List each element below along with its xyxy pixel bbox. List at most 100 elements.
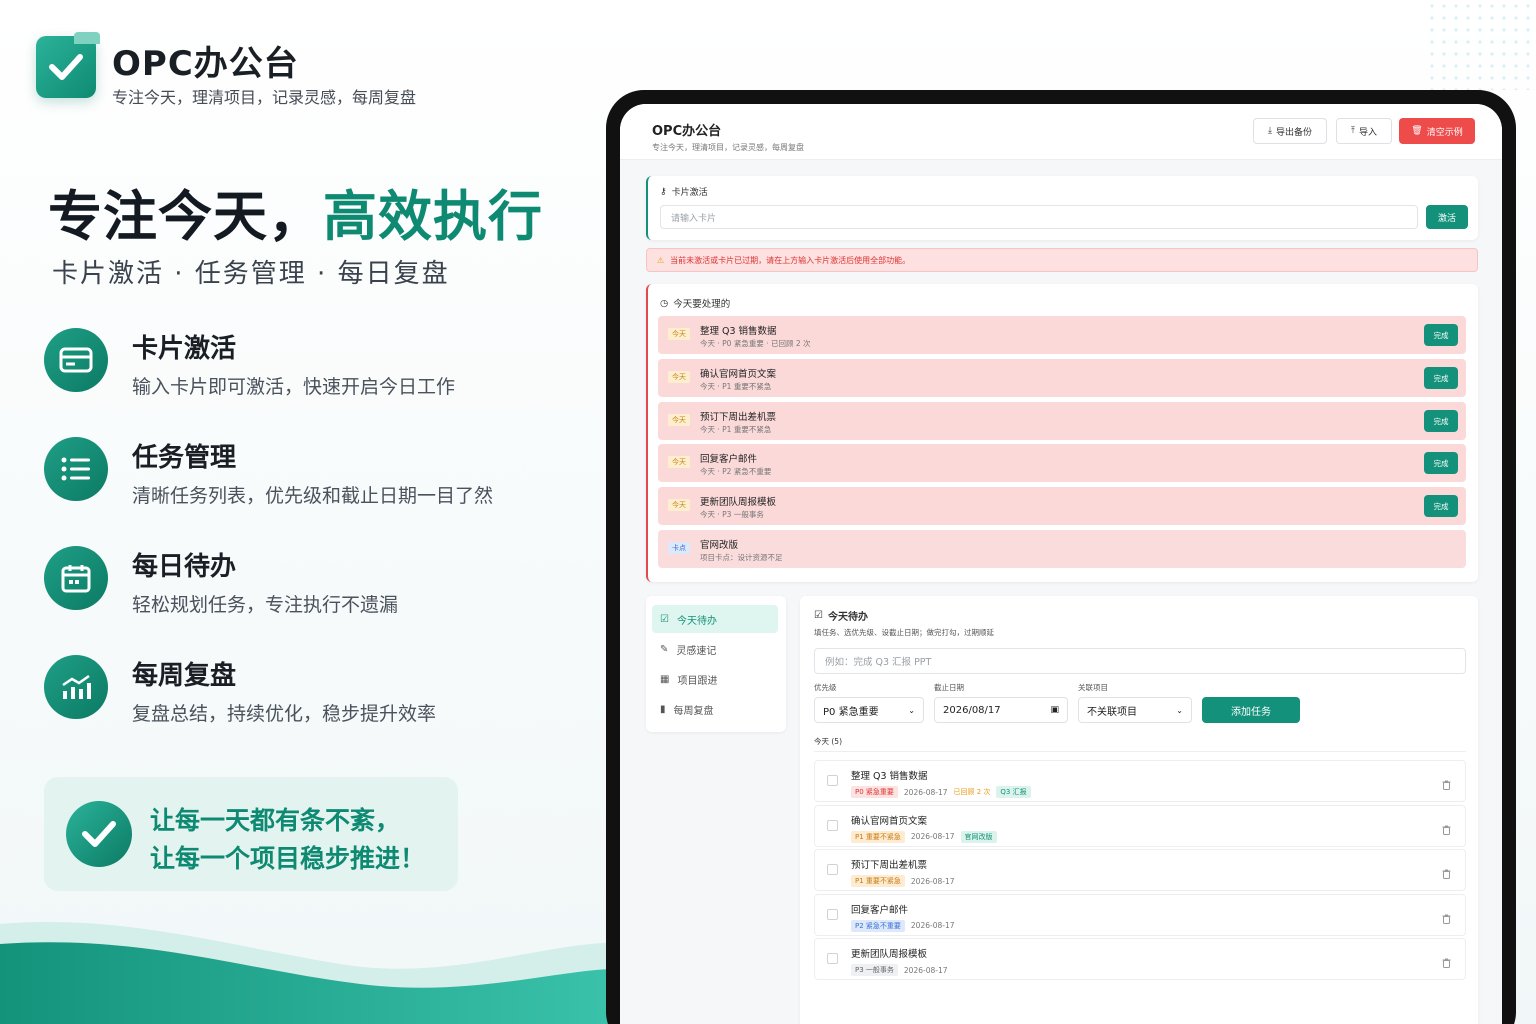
feature-title: 每日待办 [132,552,237,582]
task-meta: P1 重要不紧急 2026-08-17 官网改版 [851,830,997,843]
chevron-down-icon: ⌄ [1176,705,1183,715]
delete-icon[interactable] [1442,953,1451,972]
todo-panel-title: 今天待办 [827,612,868,623]
today-item: 今天 更新团队周报模板 今天 · P3 一般事务 完成 [658,487,1466,525]
task-date: 2026-08-17 [903,787,948,797]
today-item-meta: 项目卡点：设计资源不足 [700,553,783,562]
priority-select[interactable]: P0 紧急重要 ⌄ [814,697,924,723]
hero-title: 专注今天，高效执行 [48,172,543,251]
export-button[interactable]: ⤓ 导出备份 [1253,118,1327,144]
project-value: 不关联项目 [1087,706,1137,718]
feature-card-activation: 卡片激活 输入卡片即可激活，快速开启今日工作 [44,328,564,408]
priority-value: P0 紧急重要 [823,706,879,718]
task-row: 更新团队周报模板 P3 一般事务 2026-08-17 [814,938,1466,980]
complete-button[interactable]: 完成 [1424,452,1458,474]
today-item-meta: 今天 · P1 重要不紧急 [700,382,772,391]
complete-button[interactable]: 完成 [1424,410,1458,432]
task-row: 确认官网首页文案 P1 重要不紧急 2026-08-17 官网改版 [814,804,1466,847]
delete-icon[interactable] [1442,909,1451,928]
today-item-title: 整理 Q3 销售数据 [700,326,777,337]
clear-sample-button[interactable]: 🗑 清空示例 [1399,118,1475,144]
feature-desc: 清晰任务列表，优先级和截止日期一目了然 [132,485,494,507]
today-item-meta: 今天 · P3 一般事务 [700,510,764,519]
chart-icon [44,655,108,719]
deadline-value: 2026/08/17 [943,704,1001,716]
priority-badge: P2 紧急不重要 [851,919,905,932]
task-title: 预订下周出差机票 [851,860,928,871]
task-date: 2026-08-17 [903,965,948,975]
task-checkbox[interactable] [827,908,838,920]
feature-title: 每周复盘 [132,661,237,691]
activation-input[interactable]: 请输入卡片 [660,205,1418,229]
card-icon [44,328,108,392]
nav-weekly-review[interactable]: ▮ 每周复盘 [652,695,778,723]
app-title: OPC办公台 [652,124,722,139]
review-count: 已回顾 2 次 [953,788,991,796]
today-item-title: 官网改版 [700,540,739,551]
today-section-title: 今天要处理的 [673,299,731,310]
checkbox-icon: ☑ [814,610,823,621]
alert-text: 当前未激活或卡片已过期，请在上方输入卡片激活后使用全部功能。 [670,255,911,265]
warning-icon: ⚠ [657,255,665,265]
download-icon: ⤓ [1268,126,1272,136]
task-checkbox[interactable] [827,864,838,875]
import-button[interactable]: ⤒ 导入 [1336,118,1392,144]
activate-button[interactable]: 激活 [1426,205,1468,229]
task-input[interactable]: 例如：完成 Q3 汇报 PPT [814,648,1466,674]
nav-today-todo[interactable]: ☑ 今天待办 [652,605,778,633]
today-item-title: 预订下周出差机票 [700,412,777,423]
app-screen: OPC办公台 专注今天，理清项目，记录灵感，每周复盘 ⤓ 导出备份 ⤒ 导入 🗑 清空… [620,104,1502,1024]
slogan-box: 让每一天都有条不紊， 让每一个项目稳步推进！ [44,777,458,891]
complete-button[interactable]: 完成 [1424,324,1458,346]
calendar-icon: ▣ [1050,705,1059,715]
list-icon [44,437,108,501]
import-label: 导入 [1358,127,1377,138]
today-section-header: ◷ 今天要处理的 [660,296,731,311]
nav-label: 每周复盘 [673,705,714,717]
brand-name: OPC办公台 [112,44,299,84]
upload-icon: ⤒ [1351,126,1355,136]
activation-label-text: 卡片激活 [671,188,708,198]
complete-button[interactable]: 完成 [1424,495,1458,517]
day-tag: 今天 [668,456,690,468]
delete-icon[interactable] [1442,864,1451,883]
check-circle-icon [66,801,132,867]
delete-icon[interactable] [1442,820,1451,839]
task-checkbox[interactable] [827,819,838,831]
delete-icon[interactable] [1442,775,1451,794]
priority-badge: P1 重要不紧急 [851,875,905,887]
task-row: 预订下周出差机票 P1 重要不紧急 2026-08-17 [814,849,1466,891]
hero-title-highlight: 高效执行 [323,185,543,248]
feature-daily-todo: 每日待办 轻松规划任务，专注执行不遗漏 [44,546,564,626]
slogan-line2: 让每一个项目稳步推进！ [150,844,426,873]
task-date: 2026-08-17 [910,921,955,930]
feature-desc: 轻松规划任务，专注执行不遗漏 [132,594,399,616]
project-select[interactable]: 不关联项目 ⌄ [1078,697,1192,723]
todo-panel: ☑ 今天待办 填任务、选优先级、设截止日期；做完打勾，过期顺延 例如：完成 Q3 … [800,596,1478,1024]
task-checkbox[interactable] [827,953,838,964]
brand-subtitle: 专注今天，理清项目，记录灵感，每周复盘 [112,88,417,107]
complete-button[interactable]: 完成 [1424,367,1458,389]
checkbox-icon: ☑ [660,613,669,625]
deadline-label: 截止日期 [934,683,964,692]
divider [814,751,1466,752]
bar-chart-icon: ▮ [660,703,666,715]
activation-placeholder: 请输入卡片 [671,213,717,224]
today-item-meta: 今天 · P1 重要不紧急 [700,425,772,434]
day-tag: 卡点 [668,542,690,554]
nav-label: 灵感速记 [676,645,717,657]
nav-projects[interactable]: ▦ 项目跟进 [652,665,778,693]
app-subtitle: 专注今天，理清项目，记录灵感，每周复盘 [652,143,804,152]
priority-badge: P1 重要不紧急 [851,830,905,843]
task-checkbox[interactable] [827,775,838,786]
dot-pattern [1426,0,1536,90]
nav-inspiration[interactable]: ✎ 灵感速记 [652,635,778,663]
add-task-button[interactable]: 添加任务 [1202,697,1300,723]
task-meta: P0 紧急重要 2026-08-17 已回顾 2 次 Q3 汇报 [851,786,1031,798]
calendar-icon [44,546,108,610]
deadline-input[interactable]: 2026/08/17 ▣ [934,697,1068,723]
task-row: 回复客户邮件 P2 紧急不重要 2026-08-17 [814,893,1466,936]
activation-label: ⚷ 卡片激活 [660,185,708,199]
feature-task-management: 任务管理 清晰任务列表，优先级和截止日期一目了然 [44,437,564,517]
task-row: 整理 Q3 销售数据 P0 紧急重要 2026-08-17 已回顾 2 次 Q3 汇报 [814,760,1466,802]
